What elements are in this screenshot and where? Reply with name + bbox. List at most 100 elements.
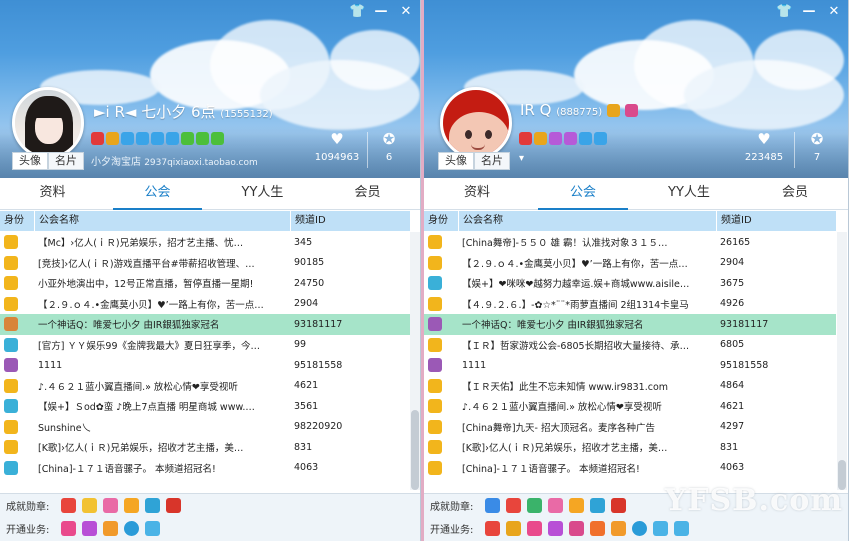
table-row[interactable]: 【２.９.ｏ４.•金鹰莫小贝】♥’一路上有你，苦一点… 2904 — [424, 253, 836, 274]
service-icon[interactable] — [590, 521, 606, 536]
table-row[interactable]: [China]-１７１语音骡子。 本频道招冠名! 4063 — [424, 458, 836, 479]
minimize-button[interactable]: — — [801, 4, 817, 20]
medal-icon[interactable] — [61, 498, 77, 513]
service-icon[interactable] — [82, 521, 98, 536]
skin-icon[interactable]: 👕 — [349, 4, 365, 20]
service-icon[interactable] — [674, 521, 690, 536]
v-badge-icon[interactable] — [606, 104, 620, 117]
table-row[interactable]: 一个神话Q：唯爱七小夕 由IR銀狐独家冠名 93181117 — [0, 314, 410, 335]
vip-badge-icon[interactable] — [534, 132, 547, 145]
close-button[interactable]: ✕ — [826, 4, 842, 20]
leaf-badge-icon[interactable] — [196, 132, 209, 145]
service-icon[interactable] — [103, 521, 119, 536]
heart-badge-icon[interactable] — [564, 132, 577, 145]
service-icon[interactable] — [506, 521, 522, 536]
service-icon[interactable] — [653, 521, 669, 536]
diamond-badge-icon[interactable] — [136, 132, 149, 145]
medal-icon[interactable] — [485, 498, 501, 513]
col-role[interactable]: 身份 — [424, 211, 458, 231]
service-icon[interactable] — [145, 521, 161, 536]
table-row[interactable]: [竞技]›亿人(ｉＲ)游戏直播平台#带薪招收管理、… 90185 — [0, 253, 410, 274]
col-guild-name[interactable]: 公会名称 — [34, 211, 290, 231]
crown-badge-icon[interactable] — [91, 132, 104, 145]
tab-avatar[interactable]: 头像 — [438, 152, 474, 170]
table-row[interactable]: 【４.９.２.６.】-✿☆*¨¨*雨萝直播间 2组1314卡皇马 4926 — [424, 294, 836, 315]
medal-icon[interactable] — [506, 498, 522, 513]
diamond-badge-icon[interactable] — [121, 132, 134, 145]
table-row[interactable]: 1111 95181558 — [424, 355, 836, 376]
tab-card[interactable]: 名片 — [48, 152, 84, 170]
medal-icon[interactable] — [103, 498, 119, 513]
honor-stat[interactable]: ✪ 7 — [787, 130, 847, 163]
table-row[interactable]: 小亚外地演出中，12号正常直播，暂停直播一星期! 24750 — [0, 273, 410, 294]
table-row[interactable]: Sunshine乀 98220920 — [0, 417, 410, 438]
minimize-button[interactable]: — — [373, 4, 389, 20]
shop-link[interactable]: 小夕淘宝店 2937qixiaoxi.taobao.com — [91, 153, 258, 168]
tab-info[interactable]: 资料 — [424, 178, 530, 209]
medal-icon[interactable] — [590, 498, 606, 513]
table-row[interactable]: [官方] ＹＹ娱乐99《金牌我最大》夏日狂享季，今… 99 — [0, 335, 410, 356]
skin-icon[interactable]: 👕 — [776, 4, 792, 20]
table-row[interactable]: [K歌]›亿人(ｉＲ)兄弟娱乐，招收才艺主播，美… 831 — [0, 437, 410, 458]
service-icon[interactable] — [61, 521, 77, 536]
shop-url[interactable]: 2937qixiaoxi.taobao.com — [144, 158, 258, 168]
table-row[interactable]: ♪.４６２１蓝小翼直播间.» 放松心情❤享受视听 4621 — [0, 376, 410, 397]
medal-icon[interactable] — [611, 498, 627, 513]
table-row[interactable]: ♪.４６２１蓝小翼直播间.» 放松心情❤享受视听 4621 — [424, 396, 836, 417]
table-row[interactable]: 【２.９.ｏ４.•金鹰莫小贝】♥’一路上有你，苦一点… 2904 — [0, 294, 410, 315]
medal-icon[interactable] — [166, 498, 182, 513]
medal-icon[interactable] — [548, 498, 564, 513]
tab-avatar[interactable]: 头像 — [12, 152, 48, 170]
twitter-icon[interactable] — [632, 521, 648, 536]
medal-icon[interactable] — [569, 498, 585, 513]
col-channel-id[interactable]: 频道ID — [290, 211, 410, 231]
scrollbar-thumb[interactable] — [411, 410, 419, 490]
table-row[interactable]: 1111 95181558 — [0, 355, 410, 376]
twitter-icon[interactable] — [124, 521, 140, 536]
service-icon[interactable] — [548, 521, 564, 536]
diamond-badge-icon[interactable] — [166, 132, 179, 145]
vip-badge-icon[interactable] — [106, 132, 119, 145]
likes-stat[interactable]: ♥ 223485 — [734, 130, 794, 163]
table-row[interactable]: 【娱+】❤咪咪❤越努力越幸运.娱+商城www.aisile… 3675 — [424, 273, 836, 294]
tab-card[interactable]: 名片 — [474, 152, 510, 170]
heart-badge-icon[interactable] — [549, 132, 562, 145]
service-icon[interactable] — [527, 521, 543, 536]
service-icon[interactable] — [569, 521, 585, 536]
gift-badge-icon[interactable] — [624, 104, 638, 117]
avatar[interactable] — [440, 87, 512, 159]
scrollbar[interactable] — [410, 232, 420, 490]
diamond-badge-icon[interactable] — [151, 132, 164, 145]
likes-stat[interactable]: ♥ 1094963 — [307, 130, 367, 163]
col-channel-id[interactable]: 频道ID — [716, 211, 836, 231]
tab-guild[interactable]: 公会 — [530, 178, 636, 210]
tab-info[interactable]: 资料 — [0, 178, 105, 209]
tab-yy-life[interactable]: YY人生 — [636, 178, 742, 209]
col-role[interactable]: 身份 — [0, 211, 34, 231]
table-row[interactable]: [China舞帝]-５５０ 雄 霸！认准找对象３１５… 26165 — [424, 232, 836, 253]
diamond-badge-icon[interactable] — [579, 132, 592, 145]
honor-stat[interactable]: ✪ 6 — [359, 130, 419, 163]
tab-yy-life[interactable]: YY人生 — [210, 178, 315, 209]
table-row[interactable]: 【Mc】›亿人(ｉＲ)兄弟娱乐，招才艺主播、忧… 345 — [0, 232, 410, 253]
table-row[interactable]: 【ＩＲ天佑】此生不忘未知情 www.ir9831.com 4864 — [424, 376, 836, 397]
medal-icon[interactable] — [527, 498, 543, 513]
table-row[interactable]: 一个神话Q：唯爱七小夕 由IR銀狐独家冠名 93181117 — [424, 314, 836, 335]
table-row[interactable]: [China]-１７１语音骡子。 本频道招冠名! 4063 — [0, 458, 410, 479]
leaf-badge-icon[interactable] — [181, 132, 194, 145]
tab-guild[interactable]: 公会 — [105, 178, 210, 210]
table-row[interactable]: [China舞帝]九天- 招大顶冠名。麦序各种广告 4297 — [424, 417, 836, 438]
leaf-badge-icon[interactable] — [211, 132, 224, 145]
table-row[interactable]: [K歌]›亿人(ｉＲ)兄弟娱乐，招收才艺主播，美… 831 — [424, 437, 836, 458]
medal-icon[interactable] — [145, 498, 161, 513]
avatar[interactable] — [12, 87, 84, 159]
table-row[interactable]: 【ＩＲ】哲家游戏公会-6805长期招收大量接待、承… 6805 — [424, 335, 836, 356]
service-icon[interactable] — [485, 521, 501, 536]
tab-member[interactable]: 会员 — [742, 178, 848, 209]
service-icon[interactable] — [611, 521, 627, 536]
crown-badge-icon[interactable] — [519, 132, 532, 145]
medal-icon[interactable] — [124, 498, 140, 513]
diamond-badge-icon[interactable] — [594, 132, 607, 145]
col-guild-name[interactable]: 公会名称 — [458, 211, 716, 231]
scrollbar-thumb[interactable] — [838, 460, 846, 490]
